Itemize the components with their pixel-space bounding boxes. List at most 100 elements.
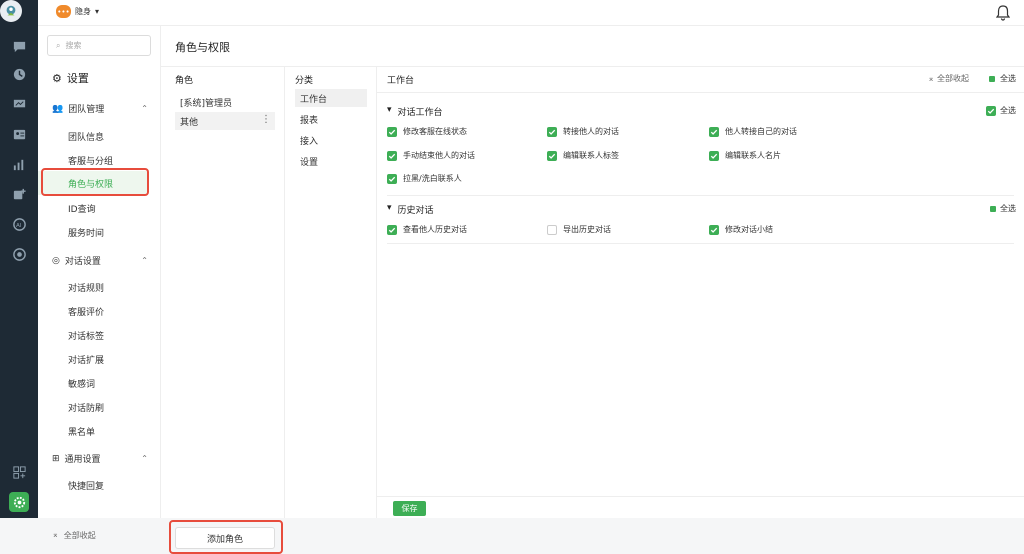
checkbox-checked[interactable] (986, 105, 996, 116)
roles-header: 角色 (175, 76, 194, 86)
role-item-other[interactable]: 其他 ⋮ (175, 112, 275, 130)
nav-item-id-lookup[interactable]: ID查询 (68, 202, 96, 215)
team-icon: 👥 (52, 103, 64, 114)
contact-card-icon[interactable] (9, 124, 29, 144)
chevron-up-icon: ⌃ (141, 454, 148, 463)
nav-item-agents-groups[interactable]: 客服与分组 (68, 154, 113, 167)
report-chart-icon[interactable] (9, 154, 29, 174)
app-logo-icon[interactable] (0, 0, 22, 22)
search-input[interactable]: ⌕ 搜索 (47, 35, 151, 56)
select-all-toggle[interactable]: 全选 (989, 73, 1016, 84)
perm-end-others-conversation[interactable]: 手动结束他人的对话 (387, 150, 475, 161)
checkbox-checked[interactable] (709, 224, 719, 235)
settings-gear-icon[interactable] (9, 492, 29, 512)
perm-change-online-status[interactable]: 修改客服在线状态 (387, 126, 467, 137)
nav-item-conversation-tags[interactable]: 对话标签 (68, 329, 104, 342)
nav-item-team-info[interactable]: 团队信息 (68, 130, 104, 143)
section-select-all[interactable]: 全选 (990, 203, 1016, 214)
perm-transfer-to-self[interactable]: 他人转接自己的对话 (709, 126, 797, 137)
caret-down-icon: ▾ (95, 7, 100, 16)
monitor-icon[interactable] (9, 94, 29, 114)
chat-icon[interactable] (9, 36, 29, 56)
group-label: 对话设置 (64, 257, 101, 267)
section-select-all[interactable]: 全选 (986, 105, 1016, 116)
checkbox-checked[interactable] (547, 150, 557, 161)
apps-grid-icon[interactable] (9, 462, 29, 482)
target-icon[interactable] (9, 244, 29, 264)
role-item-admin[interactable]: [系统]管理员 (175, 93, 275, 111)
collapse-all-label: 全部收起 (63, 531, 96, 540)
category-access[interactable]: 接入 (295, 131, 367, 149)
section-divider (387, 195, 1014, 196)
nav-item-sensitive-words[interactable]: 敏感词 (68, 377, 95, 390)
category-workbench[interactable]: 工作台 (295, 89, 367, 107)
chat-settings-icon: ◎ (52, 255, 60, 266)
save-button[interactable]: 保存 (393, 501, 426, 516)
settings-title: ⚙ 设置 (52, 70, 89, 86)
checkbox-checked[interactable] (387, 150, 397, 161)
select-all-label: 全选 (1000, 204, 1016, 213)
select-all-label: 全选 (1000, 74, 1016, 83)
checkbox-checked[interactable] (387, 173, 397, 184)
nav-item-conversation-extensions[interactable]: 对话扩展 (68, 353, 104, 366)
status-bubble-icon: ••• (56, 5, 71, 18)
collapse-icon: ⌅ (52, 530, 59, 539)
more-vertical-icon[interactable]: ⋮ (261, 114, 271, 125)
history-icon[interactable] (9, 64, 29, 84)
partial-select-indicator[interactable] (990, 205, 996, 212)
group-team-management[interactable]: 👥 团队管理 ⌃ (52, 102, 148, 116)
perm-export-history[interactable]: 导出历史对话 (547, 224, 611, 235)
perm-label: 手动结束他人的对话 (403, 151, 475, 160)
role-label: 其他 (180, 117, 199, 128)
section-divider (387, 243, 1014, 244)
status-label: 隐身 (75, 7, 91, 16)
perm-label: 拉黑/洗白联系人 (403, 174, 462, 183)
section-header-conversation-workbench[interactable]: ▾ 对话工作台 (387, 105, 443, 118)
nav-item-service-hours[interactable]: 服务时间 (68, 226, 104, 239)
checkbox-checked[interactable] (547, 126, 557, 137)
group-label: 通用设置 (64, 455, 101, 465)
perm-label: 修改对话小结 (725, 225, 773, 234)
perm-view-others-history[interactable]: 查看他人历史对话 (387, 224, 467, 235)
checkbox-unchecked[interactable] (547, 224, 557, 235)
collapse-icon: ⌅ (927, 74, 937, 83)
perm-block-unblock-contact[interactable]: 拉黑/洗白联系人 (387, 173, 462, 184)
permissions-header: 工作台 ⌅ 全部收起 全选 (377, 67, 1024, 93)
section-title: 对话工作台 (397, 108, 443, 118)
ai-icon[interactable]: AI (9, 214, 29, 234)
main-panel: 角色与权限 角色 [系统]管理员 其他 ⋮ 添加角色 分类 工作台 报表 接入 … (161, 26, 1024, 554)
caret-down-icon: ▾ (387, 203, 392, 213)
permissions-title: 工作台 (387, 76, 415, 86)
nav-item-agent-rating[interactable]: 客服评价 (68, 305, 104, 318)
search-placeholder: 搜索 (65, 41, 82, 50)
checkbox-checked[interactable] (709, 126, 719, 137)
collapse-all-label: 全部收起 (937, 74, 969, 83)
app-rail: AI (0, 0, 38, 518)
group-label: 团队管理 (68, 105, 105, 115)
checkbox-checked[interactable] (387, 224, 397, 235)
nav-item-anti-spam[interactable]: 对话防刷 (68, 401, 104, 414)
sidebar-collapse-all[interactable]: ⌅ 全部收起 (52, 530, 96, 541)
grid-icon: ⊞ (52, 453, 60, 464)
bell-icon[interactable] (995, 5, 1011, 21)
perm-edit-contact-card[interactable]: 编辑联系人名片 (709, 150, 781, 161)
perm-label: 他人转接自己的对话 (725, 127, 797, 136)
checkbox-checked[interactable] (387, 126, 397, 137)
checkbox-checked[interactable] (709, 150, 719, 161)
group-conversation-settings[interactable]: ◎ 对话设置 ⌃ (52, 254, 148, 268)
category-settings[interactable]: 设置 (295, 152, 367, 170)
perm-transfer-others[interactable]: 转接他人的对话 (547, 126, 619, 137)
select-all-indicator (989, 75, 995, 82)
category-reports[interactable]: 报表 (295, 110, 367, 128)
group-general-settings[interactable]: ⊞ 通用设置 ⌃ (52, 452, 148, 466)
collapse-all-button[interactable]: ⌅ 全部收起 (928, 73, 969, 84)
perm-edit-conversation-summary[interactable]: 修改对话小结 (709, 224, 773, 235)
access-icon[interactable] (9, 184, 29, 204)
agent-status-dropdown[interactable]: ••• 隐身 ▾ (56, 5, 99, 18)
nav-item-blacklist[interactable]: 黑名单 (68, 425, 95, 438)
nav-item-quick-replies[interactable]: 快捷回复 (68, 479, 104, 492)
chevron-up-icon: ⌃ (141, 256, 148, 265)
perm-edit-contact-tags[interactable]: 编辑联系人标签 (547, 150, 619, 161)
nav-item-conversation-rules[interactable]: 对话规则 (68, 281, 104, 294)
section-header-history-conversations[interactable]: ▾ 历史对话 (387, 203, 434, 216)
